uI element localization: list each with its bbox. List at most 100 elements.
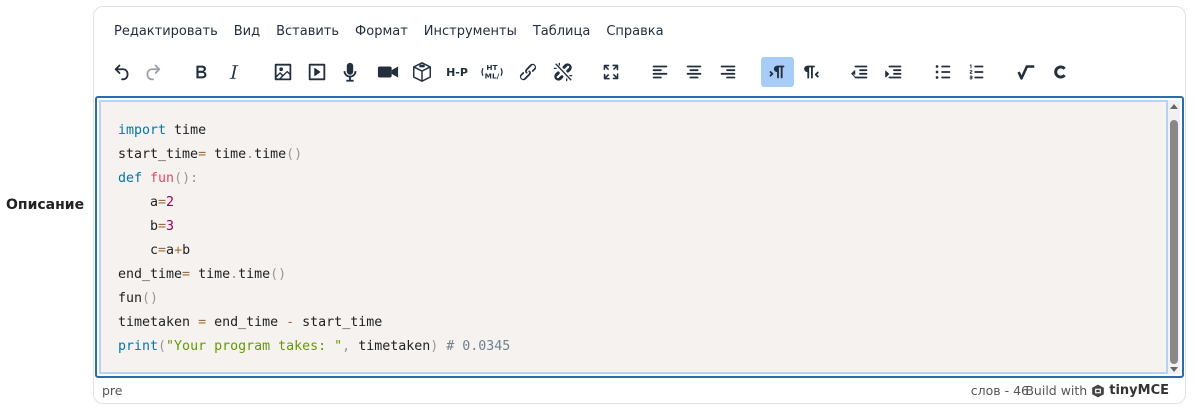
code-token: # 0.0345 [438, 339, 511, 354]
html-embed-button[interactable]: HT ML/ [477, 57, 507, 87]
code-token: end_time [118, 267, 183, 282]
redo-icon [146, 64, 161, 81]
ltr-icon [769, 65, 784, 79]
svg-text:ML/: ML/ [485, 71, 500, 80]
element-path[interactable]: pre [102, 383, 123, 398]
code-token: fun [150, 171, 175, 186]
menu-item-0[interactable]: Редактировать [106, 22, 226, 42]
code-token: 2 [166, 195, 175, 210]
vertical-scrollbar[interactable] [1168, 100, 1180, 374]
code-token: = [198, 147, 207, 162]
code-token: + [174, 243, 183, 258]
insert-media-button[interactable] [302, 57, 332, 87]
bold-button[interactable] [186, 57, 216, 87]
indent-icon [885, 65, 902, 79]
code-token: a [118, 195, 159, 210]
outdent-button[interactable] [845, 57, 875, 87]
code-token: = [182, 267, 191, 282]
equation-button[interactable] [1011, 57, 1041, 87]
align-left-button[interactable] [645, 57, 675, 87]
unlink-icon [553, 62, 573, 82]
rtl-icon [804, 65, 819, 79]
code-token: = [158, 195, 167, 210]
code-token: time [254, 147, 287, 162]
code-token: = [158, 219, 167, 234]
menu-item-6[interactable]: Справка [598, 22, 671, 42]
scroll-down-arrow-icon[interactable] [1170, 367, 1178, 372]
italic-icon [229, 65, 239, 79]
scroll-up-arrow-icon[interactable] [1170, 104, 1178, 109]
outdent-icon [851, 65, 868, 79]
code-token: def [118, 171, 143, 186]
record-video-button[interactable] [373, 57, 403, 87]
code-token: import [118, 123, 167, 138]
align-center-button[interactable] [679, 57, 709, 87]
align-right-button[interactable] [713, 57, 743, 87]
tinymce-logo-icon [1092, 384, 1105, 397]
code-token: print [118, 339, 159, 354]
code-token: () [270, 267, 287, 282]
code-block[interactable]: import time start_time= time.time() def … [99, 100, 1168, 374]
insert-link-button[interactable] [513, 57, 543, 87]
code-token: 3 [166, 219, 175, 234]
equation-icon [1017, 65, 1035, 80]
code-c-icon [1054, 65, 1066, 79]
code-token: start_time [118, 147, 199, 162]
redo-button[interactable] [137, 57, 167, 87]
code-token: time [206, 147, 247, 162]
code-token: b [118, 219, 159, 234]
code-token: start_time [294, 315, 383, 330]
statusbar: pre слов - 46 Build with tinyMCE [94, 377, 1185, 403]
code-sample[interactable]: import time start_time= time.time() def … [118, 119, 510, 359]
microphone-icon [343, 62, 357, 82]
h5p-icon: H-P [446, 65, 468, 79]
menu-item-2[interactable]: Вставить [268, 22, 347, 42]
branding[interactable]: Build with tinyMCE [1025, 383, 1169, 398]
html-icon: HTML/ [481, 63, 503, 80]
tinymce-brand: tinyMCE [1109, 383, 1169, 398]
code-token: () [142, 291, 159, 306]
code-token: time [166, 123, 207, 138]
unlink-button[interactable] [548, 57, 578, 87]
rich-text-editor: Редактировать Вид Вставить Формат Инструмент… [93, 6, 1186, 404]
code-token: - [286, 315, 295, 330]
field-label: Описание [6, 197, 85, 213]
code-token: , [342, 339, 351, 354]
align-left-icon [652, 65, 668, 79]
menu-item-1[interactable]: Вид [226, 22, 268, 42]
numbered-list-icon [969, 64, 984, 80]
menu-item-3[interactable]: Формат [347, 22, 416, 42]
rtl-button[interactable] [796, 57, 826, 87]
align-right-icon [720, 65, 736, 79]
insert-3d-button[interactable] [407, 57, 437, 87]
italic-button[interactable] [219, 57, 249, 87]
code-sample-button[interactable] [1045, 57, 1075, 87]
code-token: () [286, 147, 303, 162]
code-token: (): [174, 171, 199, 186]
menu-item-5[interactable]: Таблица [525, 22, 599, 42]
fullscreen-icon [603, 64, 619, 80]
h5p-button[interactable]: H-P [442, 57, 472, 87]
code-token: timetaken [118, 315, 199, 330]
record-audio-button[interactable] [335, 57, 365, 87]
indent-button[interactable] [879, 57, 909, 87]
editor-content-area[interactable]: import time start_time= time.time() def … [95, 96, 1184, 378]
media-icon [308, 63, 326, 81]
scrollbar-thumb[interactable] [1170, 120, 1178, 364]
code-token: . [246, 147, 255, 162]
insert-image-button[interactable] [268, 57, 298, 87]
bold-icon [196, 65, 207, 79]
build-with-text: Build with [1025, 383, 1088, 398]
numbered-list-button[interactable] [962, 57, 992, 87]
fullscreen-button[interactable] [596, 57, 626, 87]
ltr-button[interactable] [761, 57, 794, 87]
menu-item-4[interactable]: Инструменты [416, 22, 525, 42]
word-count[interactable]: слов - 46 [971, 383, 1029, 398]
code-token: timetaken [350, 339, 431, 354]
bullet-list-button[interactable] [928, 57, 958, 87]
undo-button[interactable] [108, 57, 138, 87]
code-token: = [198, 315, 207, 330]
code-token: ( [158, 339, 167, 354]
code-token: time [238, 267, 271, 282]
code-token: c [118, 243, 159, 258]
